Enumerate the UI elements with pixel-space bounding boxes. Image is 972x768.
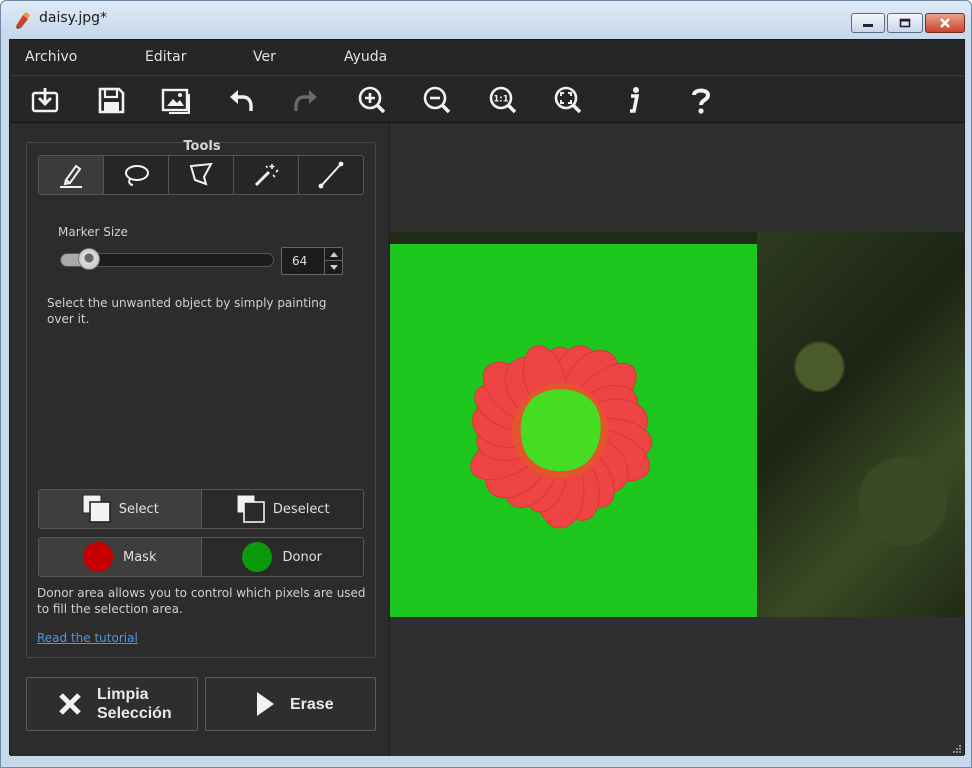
maximize-icon (899, 18, 911, 28)
maximize-button[interactable] (887, 13, 923, 33)
menu-ayuda[interactable]: Ayuda (344, 49, 387, 65)
deselect-icon (236, 494, 265, 523)
menu-bar: Archivo Editar Ver Ayuda (10, 40, 964, 76)
menu-archivo[interactable]: Archivo (25, 49, 77, 65)
undo-icon[interactable] (226, 85, 256, 115)
deselect-label: Deselect (272, 501, 330, 517)
tool-magic-wand-button[interactable] (234, 156, 299, 194)
title-bar[interactable]: daisy.jpg* (1, 1, 971, 37)
spin-buttons (324, 248, 342, 274)
mask-label: Mask (123, 549, 157, 565)
selection-mode-toggle: Select Deselect (38, 489, 364, 529)
erase-button[interactable]: Erase (205, 677, 376, 731)
tool-marker-button[interactable] (39, 156, 104, 194)
save-icon[interactable] (96, 85, 126, 115)
photo-background (757, 232, 965, 617)
clear-x-icon (59, 693, 81, 715)
info-icon[interactable] (619, 85, 649, 115)
marker-icon (60, 164, 82, 188)
polygon-lasso-icon (189, 162, 213, 186)
lasso-icon (125, 165, 149, 186)
window-title: daisy.jpg* (39, 10, 108, 26)
donor-button[interactable]: Donor (201, 538, 363, 576)
zoom-fit-icon[interactable] (553, 85, 583, 115)
clear-label-line1: Limpia (97, 686, 149, 703)
chevron-up-icon (329, 251, 338, 257)
spin-down-button[interactable] (325, 261, 342, 274)
close-button[interactable] (925, 13, 965, 33)
tutorial-link[interactable]: Read the tutorial (37, 631, 138, 645)
area-mode-toggle: Mask Donor (38, 537, 364, 577)
resize-grip-icon[interactable] (952, 744, 962, 754)
magic-wand-icon (254, 164, 279, 187)
donor-help-text: Donor area allows you to control which p… (37, 586, 366, 616)
svg-text:1:1: 1:1 (493, 95, 508, 105)
marker-size-value[interactable]: 64 (292, 254, 307, 268)
donor-label: Donor (282, 549, 322, 565)
chevron-down-icon (329, 265, 338, 270)
tool-line-button[interactable] (299, 156, 363, 194)
zoom-out-icon[interactable] (422, 85, 452, 115)
tools-sidebar: Tools Marker Size 64 Select the unwanted… (10, 124, 389, 756)
image-canvas[interactable] (389, 124, 965, 756)
tools-group: Tools Marker Size 64 Select the unwanted… (26, 139, 376, 658)
select-icon (82, 494, 111, 523)
image-icon[interactable] (161, 85, 191, 115)
marker-size-label: Marker Size (58, 225, 128, 239)
mask-button[interactable]: Mask (39, 538, 202, 576)
erase-label: Erase (290, 695, 334, 713)
minimize-icon (863, 24, 873, 27)
select-label: Select (118, 501, 159, 517)
menu-ver[interactable]: Ver (253, 49, 276, 65)
mask-color-swatch (83, 542, 113, 572)
app-logo-icon (16, 12, 30, 29)
menu-editar[interactable]: Editar (145, 49, 186, 65)
app-client-area: Archivo Editar Ver Ayuda 1:1 Tools Marke… (9, 39, 965, 756)
marker-size-spinbox[interactable]: 64 (281, 247, 343, 275)
help-icon[interactable] (686, 85, 716, 115)
slider-thumb[interactable] (77, 248, 100, 270)
tool-polygon-lasso-button[interactable] (169, 156, 234, 194)
instructions-text: Select the unwanted object by simply pai… (47, 296, 327, 326)
select-button[interactable]: Select (39, 490, 202, 528)
app-window: daisy.jpg* Archivo Editar Ver Ayuda 1:1 … (0, 0, 972, 768)
clear-selection-button[interactable]: Limpia Selección (26, 677, 198, 731)
close-icon (940, 18, 950, 28)
zoom-actual-icon[interactable]: 1:1 (488, 85, 518, 115)
deselect-button[interactable]: Deselect (201, 490, 363, 528)
clear-selection-label: Limpia Selección (97, 685, 172, 723)
donor-color-swatch (242, 542, 273, 572)
tools-title: Tools (183, 139, 221, 154)
flower-mask-overlay (470, 345, 653, 529)
tool-lasso-button[interactable] (104, 156, 169, 194)
spin-up-button[interactable] (325, 248, 342, 261)
tool-selector (38, 155, 364, 195)
import-icon[interactable] (30, 85, 60, 115)
clear-label-line2: Selección (97, 705, 172, 722)
zoom-in-icon[interactable] (357, 85, 387, 115)
minimize-button[interactable] (851, 13, 885, 33)
photo[interactable] (390, 232, 965, 617)
redo-icon (294, 90, 317, 111)
play-icon (257, 692, 274, 716)
line-icon (318, 161, 344, 189)
toolbar: 1:1 (10, 77, 964, 123)
